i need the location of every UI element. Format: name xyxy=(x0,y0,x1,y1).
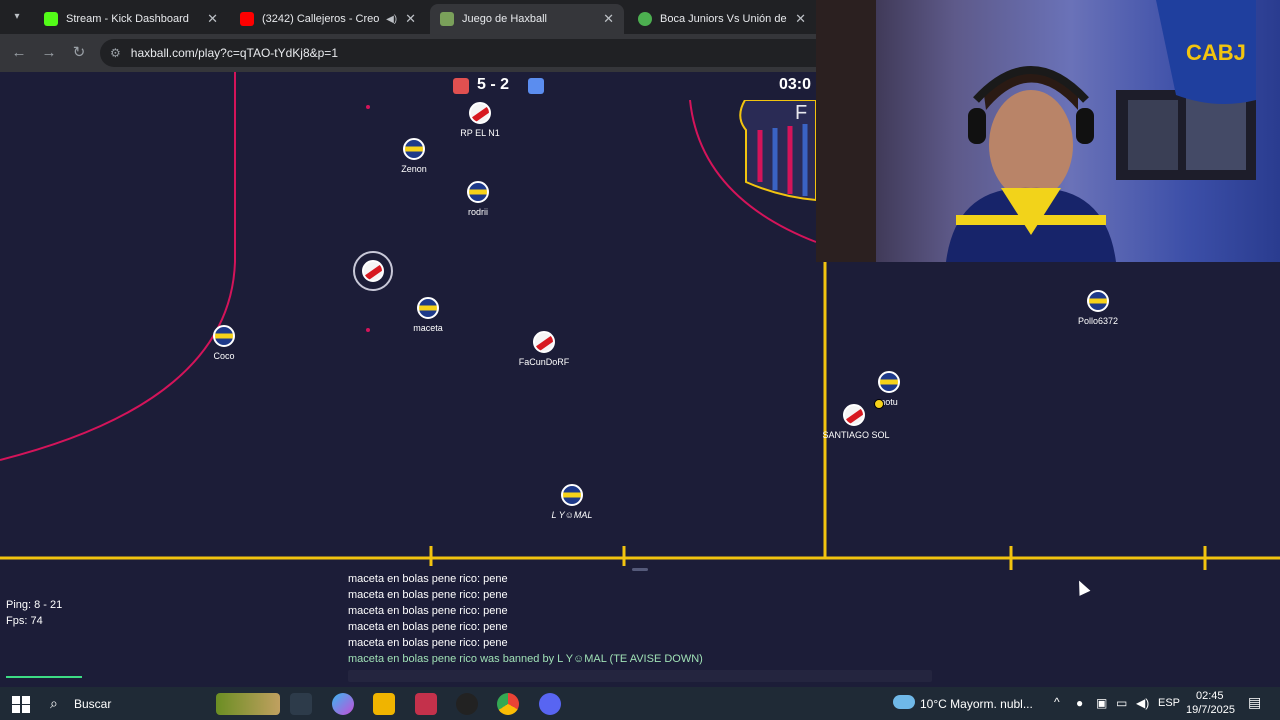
copilot-icon[interactable] xyxy=(332,693,354,715)
address-bar[interactable]: ⚙ haxball.com/play?c=qTAO-tYdKj8&p=1 xyxy=(100,39,816,67)
tab-label: Stream - Kick Dashboard xyxy=(66,13,189,25)
player-disc xyxy=(467,181,489,203)
forward-arrow-icon[interactable]: → xyxy=(38,42,60,64)
network-icon[interactable]: ▭ xyxy=(1116,696,1127,710)
tab-label: Juego de Haxball xyxy=(462,13,548,25)
svg-text:F: F xyxy=(795,102,807,124)
player-name: SANTIAGO SOL xyxy=(822,430,890,440)
site-info-icon[interactable]: ⚙ xyxy=(110,46,121,60)
chat-panel: maceta en bolas pene rico: pene maceta e… xyxy=(340,566,940,686)
player-disc xyxy=(1087,290,1109,312)
player-disc xyxy=(213,325,235,347)
task-view-icon[interactable] xyxy=(290,693,312,715)
svg-text:CABJ: CABJ xyxy=(1186,40,1246,65)
player-name: rodrii xyxy=(467,207,488,217)
player-disc xyxy=(843,404,865,426)
fps-graph xyxy=(6,676,82,678)
ping-readout: Ping: 8 - 21 xyxy=(6,599,63,611)
tab-youtube-callejeros[interactable]: (3242) Callejeros - Creo (Let ◀) ✕ xyxy=(230,4,426,34)
app-icon[interactable] xyxy=(456,693,478,715)
player-name: RP EL N1 xyxy=(460,128,500,138)
app-icon[interactable] xyxy=(415,693,437,715)
player-name: Coco xyxy=(213,351,235,361)
app-icon[interactable] xyxy=(539,693,561,715)
player-disc xyxy=(403,138,425,160)
tab-search-chevron-icon[interactable]: ▾ xyxy=(6,8,28,26)
red-team-indicator xyxy=(453,78,469,94)
score-display: 5 - 2 xyxy=(477,76,510,93)
reload-icon[interactable]: ↻ xyxy=(68,42,90,64)
tab-haxball[interactable]: Juego de Haxball ✕ xyxy=(430,4,624,34)
player-disc xyxy=(561,484,583,506)
chat-message: maceta en bolas pene rico: pene xyxy=(348,621,508,633)
fps-readout: Fps: 74 xyxy=(6,615,43,627)
player-disc xyxy=(878,371,900,393)
webcam-scene: CABJ xyxy=(816,0,1256,262)
weather-icon xyxy=(893,695,915,709)
taskbar-search-box[interactable]: ⌕ Buscar xyxy=(44,691,212,717)
weather-text[interactable]: 10°C Mayorm. nubl... xyxy=(920,697,1033,711)
tab-label: (3242) Callejeros - Creo (Let xyxy=(262,13,380,25)
player-name: Pollo6372 xyxy=(1077,316,1119,326)
browser-tab-strip: ▾ Stream - Kick Dashboard ✕ (3242) Calle… xyxy=(0,0,816,34)
chevron-up-icon[interactable]: ^ xyxy=(1054,695,1060,709)
language-indicator[interactable]: ESP xyxy=(1158,697,1180,709)
chat-resize-handle[interactable] xyxy=(632,568,648,571)
url-text: haxball.com/play?c=qTAO-tYdKj8&p=1 xyxy=(130,46,338,60)
tab-boca-juniors[interactable]: Boca Juniors Vs Unión de Santa ✕ xyxy=(628,4,816,34)
close-tab-icon[interactable]: ✕ xyxy=(405,11,416,27)
chat-message: maceta en bolas pene rico: pene xyxy=(348,605,508,617)
search-placeholder: Buscar xyxy=(74,697,112,711)
haxball-icon xyxy=(440,12,454,26)
match-timer: 03:0 xyxy=(779,76,812,93)
search-icon: ⌕ xyxy=(50,695,58,711)
player-disc xyxy=(533,331,555,353)
webcam-overlay: CABJ xyxy=(816,0,1280,262)
file-explorer-icon[interactable] xyxy=(373,693,395,715)
close-tab-icon[interactable]: ✕ xyxy=(207,11,218,27)
chrome-icon[interactable] xyxy=(497,693,519,715)
back-arrow-icon[interactable]: ← xyxy=(8,42,30,64)
player-name: maceta xyxy=(413,323,443,333)
player-name: FaCunDoRF xyxy=(518,357,570,367)
clock-date[interactable]: 19/7/2025 xyxy=(1186,704,1235,716)
player-disc xyxy=(469,102,491,124)
chat-message: maceta en bolas pene rico: pene xyxy=(348,573,508,585)
printer-icon[interactable]: ▣ xyxy=(1096,696,1107,710)
ball xyxy=(874,399,884,409)
clock-time[interactable]: 02:45 xyxy=(1196,690,1224,702)
search-highlight-image[interactable] xyxy=(216,693,280,715)
windows-start-icon[interactable] xyxy=(10,693,32,715)
tab-kick-dashboard[interactable]: Stream - Kick Dashboard ✕ xyxy=(34,4,228,34)
player-name: L Y☺MAL xyxy=(551,510,593,520)
close-tab-icon[interactable]: ✕ xyxy=(795,11,806,27)
notifications-icon[interactable]: ▤ xyxy=(1248,694,1261,711)
volume-icon[interactable]: ◀) xyxy=(1136,696,1149,710)
tab-label: Boca Juniors Vs Unión de Santa xyxy=(660,13,787,25)
chat-system-message: maceta en bolas pene rico was banned by … xyxy=(348,653,703,665)
windows-taskbar: ⌕ Buscar 10°C Mayorm. nubl... ^ ● ▣ ▭ ◀)… xyxy=(0,687,1280,720)
microphone-icon[interactable]: ● xyxy=(1076,696,1083,710)
blue-team-indicator xyxy=(528,78,544,94)
kick-icon xyxy=(44,12,58,26)
player-disc xyxy=(417,297,439,319)
youtube-icon xyxy=(240,12,254,26)
soccer-ball-icon xyxy=(638,12,652,26)
close-tab-icon[interactable]: ✕ xyxy=(603,11,614,27)
chat-input[interactable] xyxy=(348,670,932,682)
player-disc xyxy=(362,260,384,282)
chat-message: maceta en bolas pene rico: pene xyxy=(348,637,508,649)
chat-message: maceta en bolas pene rico: pene xyxy=(348,589,508,601)
speaker-icon[interactable]: ◀) xyxy=(386,14,397,25)
player-name: Zenon xyxy=(401,164,427,174)
browser-toolbar: ← → ↻ ⚙ haxball.com/play?c=qTAO-tYdKj8&p… xyxy=(0,34,816,72)
